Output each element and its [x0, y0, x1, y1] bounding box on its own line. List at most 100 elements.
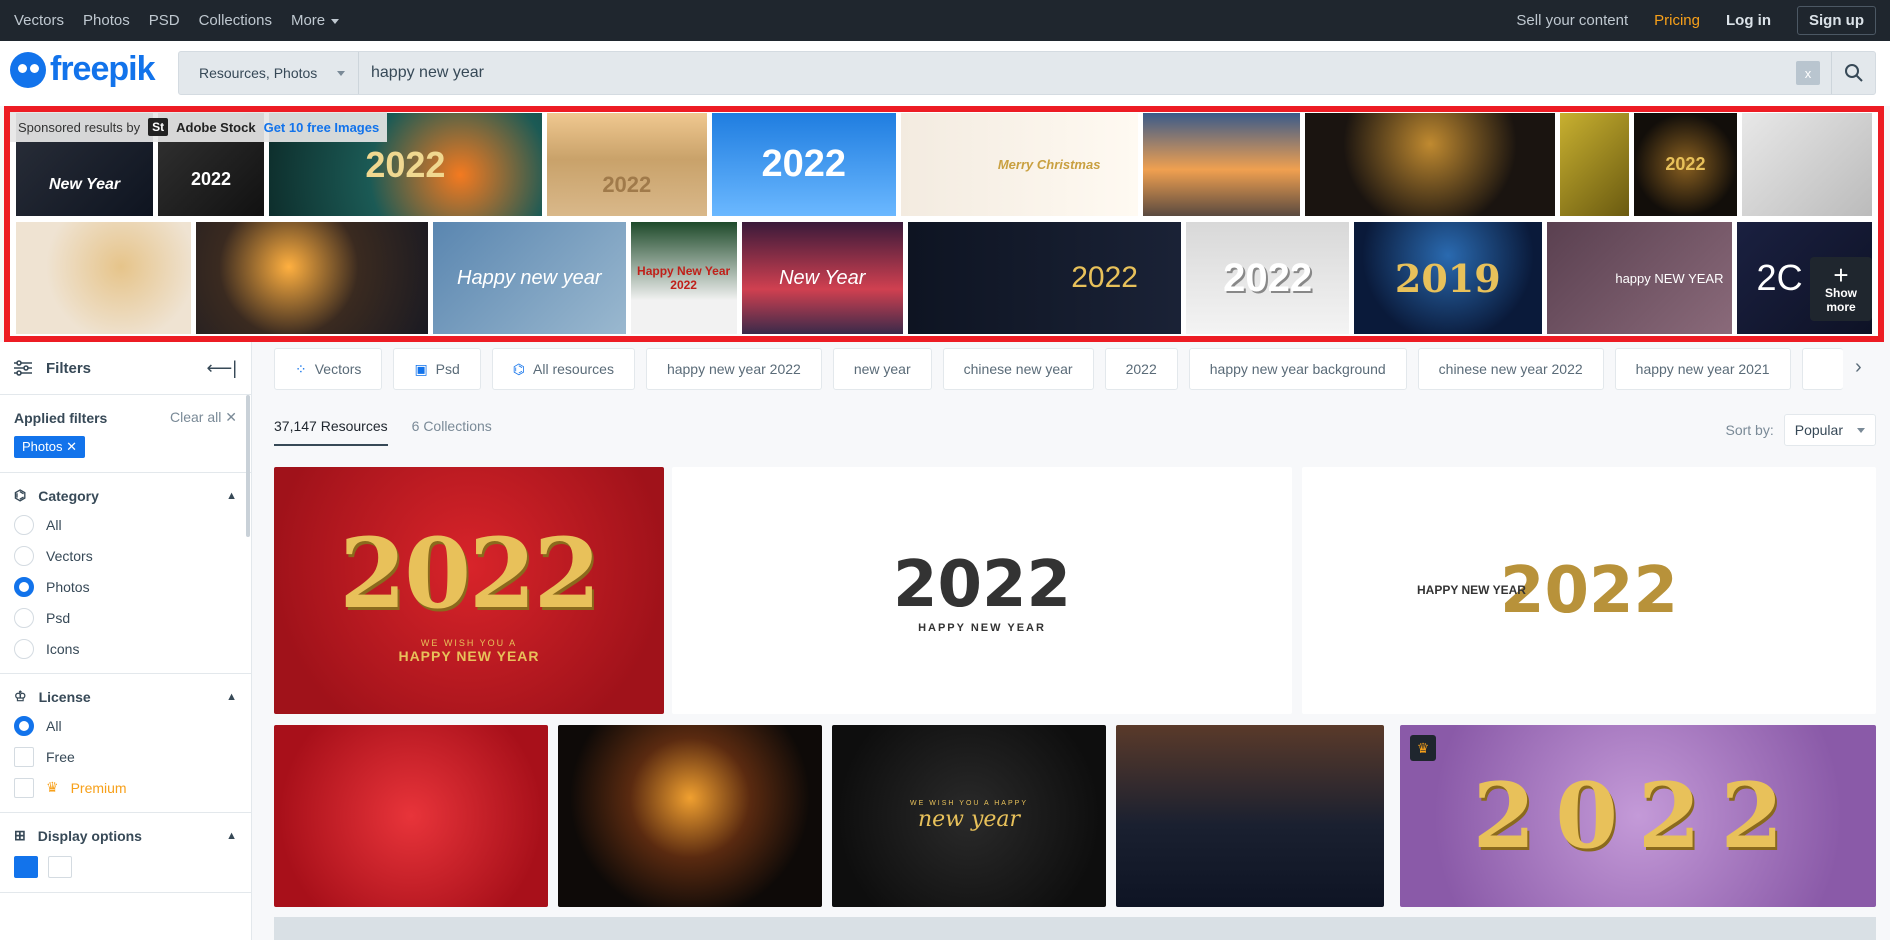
nav-photos[interactable]: Photos [83, 12, 130, 29]
grid-small-button[interactable] [48, 856, 72, 878]
result-image[interactable]: WE WISH YOU A HAPPY new year [832, 725, 1106, 907]
result-image[interactable]: 2022 WE WISH YOU A HAPPY NEW YEAR [274, 467, 664, 714]
result-image[interactable]: 2022 HAPPY NEW YEAR [1302, 467, 1876, 714]
chevron-right-icon[interactable]: › [1855, 356, 1862, 379]
tag[interactable]: chinese new year 2022 [1417, 348, 1604, 390]
search-type-label: Resources, Photos [199, 65, 318, 81]
tag-label: chinese new year 2022 [1438, 361, 1583, 377]
collapse-sidebar-icon[interactable]: ⟵| [207, 358, 237, 379]
category-option-photos[interactable]: Photos [14, 576, 237, 597]
search-type-dropdown[interactable]: Resources, Photos [179, 52, 359, 94]
category-option-icons[interactable]: Icons [14, 638, 237, 659]
layout-icon: ⊞ [14, 827, 26, 843]
tag-psd[interactable]: ▣ Psd [393, 348, 481, 390]
sponsored-image[interactable]: 2022 [1186, 222, 1349, 334]
tag[interactable]: happy new year 2021 [1614, 348, 1791, 390]
license-option-free[interactable]: Free [14, 746, 237, 767]
tag-label: happy new year background [1209, 361, 1386, 377]
sponsored-image[interactable]: New Year [741, 222, 903, 334]
category-title: Category [38, 487, 99, 504]
checkbox[interactable] [14, 777, 34, 798]
result-tabs: 37,147 Resources 6 Collections [274, 418, 492, 446]
signup-button[interactable]: Sign up [1797, 6, 1876, 35]
tag[interactable]: new year [832, 348, 932, 390]
sponsored-image[interactable]: Happy New Year 2022 [630, 222, 737, 334]
crown-icon: ♛ [46, 779, 59, 795]
radio[interactable] [14, 545, 34, 566]
category-option-all[interactable]: All [14, 514, 237, 535]
tab-collections[interactable]: 6 Collections [412, 418, 492, 446]
tab-resources[interactable]: 37,147 Resources [274, 418, 388, 446]
sponsored-image[interactable]: 2019 [1353, 222, 1542, 334]
freepik-logo[interactable]: freepik [10, 50, 155, 89]
nav-psd[interactable]: PSD [149, 12, 180, 29]
result-image[interactable]: ♛ 2022 [1400, 725, 1876, 907]
tag-all-resources[interactable]: ⌬ All resources [491, 348, 635, 390]
sidebar-scrollbar[interactable] [246, 395, 250, 537]
sort-label: Sort by: [1725, 422, 1774, 438]
image-text: WE WISH YOU A HAPPY [909, 800, 1028, 807]
chevron-up-icon[interactable]: ▲ [226, 691, 237, 703]
category-option-psd[interactable]: Psd [14, 607, 237, 628]
radio[interactable] [14, 607, 34, 628]
tag[interactable]: 2022 [1104, 348, 1178, 390]
radio[interactable] [14, 514, 34, 535]
sponsored-image[interactable]: Merry Christmas [900, 113, 1138, 216]
result-image[interactable] [274, 725, 548, 907]
license-title: License [38, 688, 91, 705]
tag-partial[interactable] [1801, 348, 1843, 390]
sponsored-image[interactable] [1142, 113, 1301, 216]
sponsored-image[interactable]: Happy new year [432, 222, 626, 334]
sponsored-image[interactable]: 2022 [711, 113, 896, 216]
category-option-vectors[interactable]: Vectors [14, 545, 237, 566]
image-text: Happy new year [457, 266, 602, 289]
sponsored-image[interactable] [195, 222, 428, 334]
chevron-up-icon[interactable]: ▲ [226, 490, 237, 502]
sponsored-by-text: Sponsored results by [18, 119, 141, 135]
sponsored-image[interactable] [1560, 113, 1629, 216]
pricing-link[interactable]: Pricing [1654, 12, 1700, 29]
login-link[interactable]: Log in [1726, 12, 1771, 29]
tag[interactable]: happy new year 2022 [645, 348, 822, 390]
sponsored-image[interactable] [1742, 113, 1872, 216]
radio-selected[interactable] [14, 715, 34, 736]
license-option-premium[interactable]: ♛ Premium [14, 777, 237, 798]
premium-crown-icon: ♛ [1410, 735, 1436, 761]
show-more-button[interactable]: + Show more [1810, 257, 1872, 321]
nav-more[interactable]: More [291, 12, 340, 29]
clear-all-button[interactable]: Clear all ✕ [170, 409, 237, 426]
result-image[interactable] [1116, 725, 1384, 907]
result-image[interactable] [558, 725, 822, 907]
sponsored-image[interactable]: happy NEW YEAR [1546, 222, 1733, 334]
chevron-up-icon[interactable]: ▲ [226, 830, 237, 842]
nav-vectors[interactable]: Vectors [14, 12, 64, 29]
tag[interactable]: chinese new year [942, 348, 1094, 390]
tag[interactable]: happy new year background [1188, 348, 1407, 390]
sell-content-link[interactable]: Sell your content [1516, 12, 1628, 29]
sponsored-image[interactable] [1305, 113, 1556, 216]
tag-label: happy new year 2022 [666, 361, 801, 377]
sponsored-image[interactable]: 2022 [907, 222, 1182, 334]
clear-search-button[interactable]: x [1796, 61, 1820, 85]
remove-chip-icon[interactable]: ✕ [66, 439, 77, 454]
filter-chip-photos[interactable]: Photos ✕ [14, 436, 86, 458]
nav-collections[interactable]: Collections [199, 12, 272, 29]
radio-selected[interactable] [14, 576, 34, 597]
result-image[interactable]: 2022 HAPPY NEW YEAR [672, 467, 1292, 714]
checkbox[interactable] [14, 746, 34, 767]
image-text: HAPPY NEW YEAR [918, 621, 1046, 634]
license-option-all[interactable]: All [14, 715, 237, 736]
tag-label: Psd [435, 361, 460, 377]
search-input[interactable]: happy new year [371, 64, 1796, 82]
sort-dropdown[interactable]: Popular [1783, 414, 1876, 446]
sponsored-image[interactable]: 2022 [1633, 113, 1738, 216]
image-text: 2022 [1665, 154, 1706, 174]
sponsored-image[interactable]: 2022 [546, 113, 707, 216]
radio[interactable] [14, 638, 34, 659]
search-button[interactable] [1831, 52, 1875, 94]
grid-large-button[interactable] [14, 856, 38, 878]
free-images-link[interactable]: Get 10 free Images [264, 120, 380, 135]
sponsored-image[interactable] [16, 222, 191, 334]
tag-label: 2022 [1125, 361, 1157, 377]
tag-vectors[interactable]: ⁘ Vectors [274, 348, 383, 390]
